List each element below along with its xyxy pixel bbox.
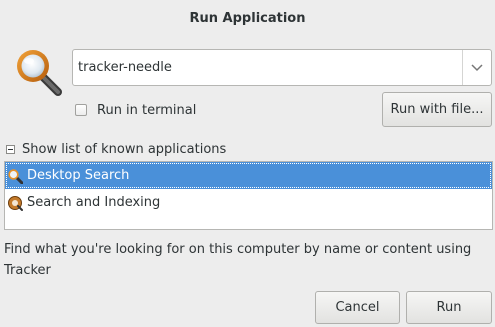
run-in-terminal-label: Run in terminal xyxy=(97,102,197,118)
app-name: Search and Indexing xyxy=(27,195,161,210)
magnifier-icon xyxy=(7,168,23,184)
command-combobox[interactable] xyxy=(72,49,492,86)
run-in-terminal-checkbox[interactable] xyxy=(75,104,87,116)
cancel-button[interactable]: Cancel xyxy=(315,291,400,324)
command-input[interactable] xyxy=(73,50,462,85)
run-application-dialog: Run Application tracker-needle Run in te… xyxy=(0,0,495,327)
show-known-apps-expander[interactable]: Show list of known applications xyxy=(6,140,226,158)
run-button[interactable]: Run xyxy=(406,291,492,324)
magnifier-icon xyxy=(13,46,63,96)
app-description: Find what you're looking for on this com… xyxy=(4,242,472,278)
search-indexing-icon xyxy=(7,195,23,211)
collapse-icon[interactable] xyxy=(6,144,15,154)
run-in-terminal-row[interactable]: Run in terminal xyxy=(75,101,196,119)
window-title: Run Application xyxy=(189,11,306,26)
expander-label: Show list of known applications xyxy=(22,141,227,157)
titlebar[interactable]: Run Application xyxy=(0,0,495,38)
list-item[interactable]: Search and Indexing xyxy=(5,189,492,216)
app-name: Desktop Search xyxy=(27,168,130,183)
chevron-down-icon[interactable] xyxy=(463,50,491,85)
known-applications-list[interactable]: Desktop Search Search and Indexing xyxy=(4,161,493,230)
list-item[interactable]: Desktop Search xyxy=(5,162,492,189)
run-with-file-button[interactable]: Run with file... xyxy=(382,92,492,127)
